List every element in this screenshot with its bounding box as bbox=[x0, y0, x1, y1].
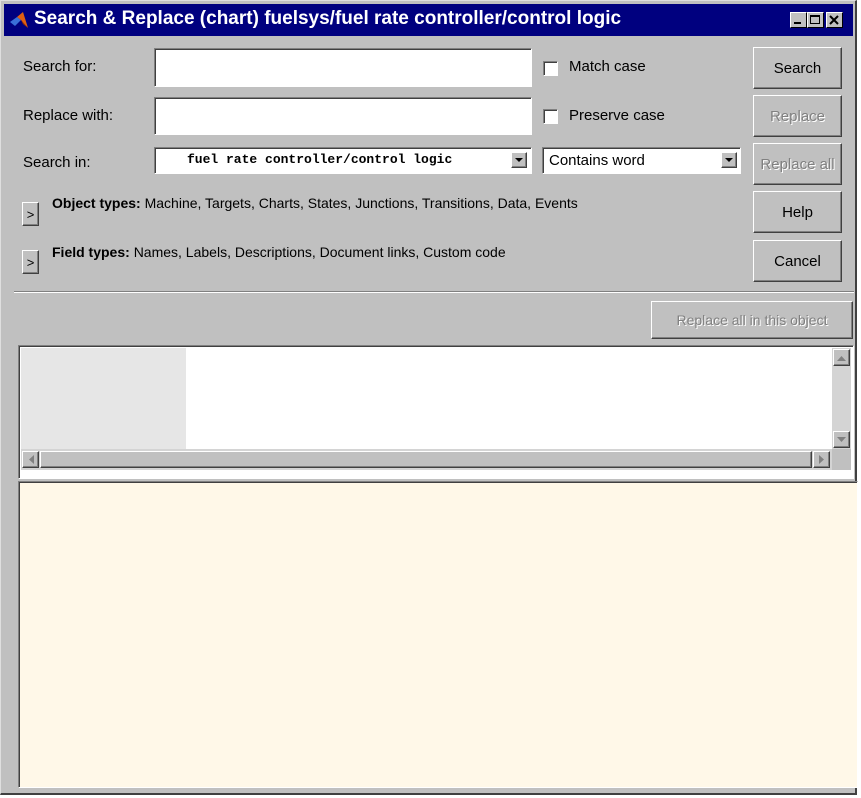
replace-all-in-object-button[interactable]: Replace all in this object bbox=[651, 301, 853, 339]
chevron-right-icon: > bbox=[26, 254, 35, 270]
horizontal-scroll-thumb[interactable] bbox=[40, 451, 812, 468]
search-in-value: fuel rate controller/control logic bbox=[187, 152, 453, 167]
object-types-expander[interactable]: > bbox=[22, 202, 39, 226]
maximize-icon bbox=[810, 15, 820, 24]
replace-button[interactable]: Replace bbox=[753, 95, 842, 137]
chevron-right-icon: > bbox=[26, 206, 35, 222]
minimize-button[interactable] bbox=[790, 12, 807, 28]
match-mode-dropdown[interactable]: Contains word bbox=[542, 147, 741, 174]
arrow-left-icon bbox=[28, 455, 34, 464]
match-mode-value: Contains word bbox=[549, 152, 645, 169]
close-button[interactable] bbox=[826, 12, 843, 28]
replace-with-label: Replace with: bbox=[23, 107, 114, 124]
cancel-button[interactable]: Cancel bbox=[753, 240, 842, 282]
chevron-down-icon[interactable] bbox=[511, 152, 527, 168]
window-title: Search & Replace (chart) fuelsys/fuel ra… bbox=[34, 8, 622, 29]
help-button[interactable]: Help bbox=[753, 191, 842, 233]
results-list[interactable] bbox=[18, 345, 854, 479]
object-types-label: Object types: bbox=[52, 195, 141, 211]
scroll-left-button[interactable] bbox=[22, 451, 39, 468]
arrow-right-icon bbox=[818, 455, 824, 464]
divider bbox=[14, 291, 854, 293]
scroll-down-button[interactable] bbox=[833, 431, 850, 448]
chevron-down-icon[interactable] bbox=[721, 152, 737, 168]
results-header-column bbox=[21, 348, 186, 449]
search-in-dropdown[interactable]: fuel rate controller/control logic bbox=[154, 147, 532, 174]
search-in-label: Search in: bbox=[23, 154, 91, 171]
field-types-value: Names, Labels, Descriptions, Document li… bbox=[133, 244, 506, 260]
search-for-input[interactable] bbox=[154, 48, 532, 87]
matlab-logo-icon bbox=[10, 12, 28, 28]
object-types-text: Object types: Machine, Targets, Charts, … bbox=[52, 195, 578, 211]
scroll-right-button[interactable] bbox=[813, 451, 830, 468]
maximize-button[interactable] bbox=[807, 12, 824, 28]
field-types-label: Field types: bbox=[52, 244, 130, 260]
search-for-label: Search for: bbox=[23, 58, 97, 75]
field-types-expander[interactable]: > bbox=[22, 250, 39, 274]
details-pane[interactable] bbox=[18, 481, 858, 788]
replace-all-button[interactable]: Replace all bbox=[753, 143, 842, 185]
vertical-scrollbar[interactable] bbox=[832, 348, 851, 449]
scroll-up-button[interactable] bbox=[833, 349, 850, 366]
horizontal-scrollbar[interactable] bbox=[21, 449, 832, 470]
minimize-icon bbox=[794, 22, 801, 24]
arrow-down-icon bbox=[837, 436, 846, 442]
title-bar[interactable]: Search & Replace (chart) fuelsys/fuel ra… bbox=[4, 4, 853, 36]
arrow-up-icon bbox=[837, 355, 846, 361]
search-replace-dialog: Search & Replace (chart) fuelsys/fuel ra… bbox=[0, 0, 858, 795]
close-icon bbox=[829, 15, 839, 25]
scrollbar-corner bbox=[832, 449, 851, 470]
preserve-case-label: Preserve case bbox=[569, 107, 665, 124]
search-button[interactable]: Search bbox=[753, 47, 842, 89]
field-types-text: Field types: Names, Labels, Descriptions… bbox=[52, 244, 506, 260]
match-case-label: Match case bbox=[569, 58, 646, 75]
match-case-checkbox[interactable] bbox=[543, 61, 558, 76]
preserve-case-checkbox[interactable] bbox=[543, 109, 558, 124]
replace-with-input[interactable] bbox=[154, 97, 532, 135]
object-types-value: Machine, Targets, Charts, States, Juncti… bbox=[144, 195, 578, 211]
